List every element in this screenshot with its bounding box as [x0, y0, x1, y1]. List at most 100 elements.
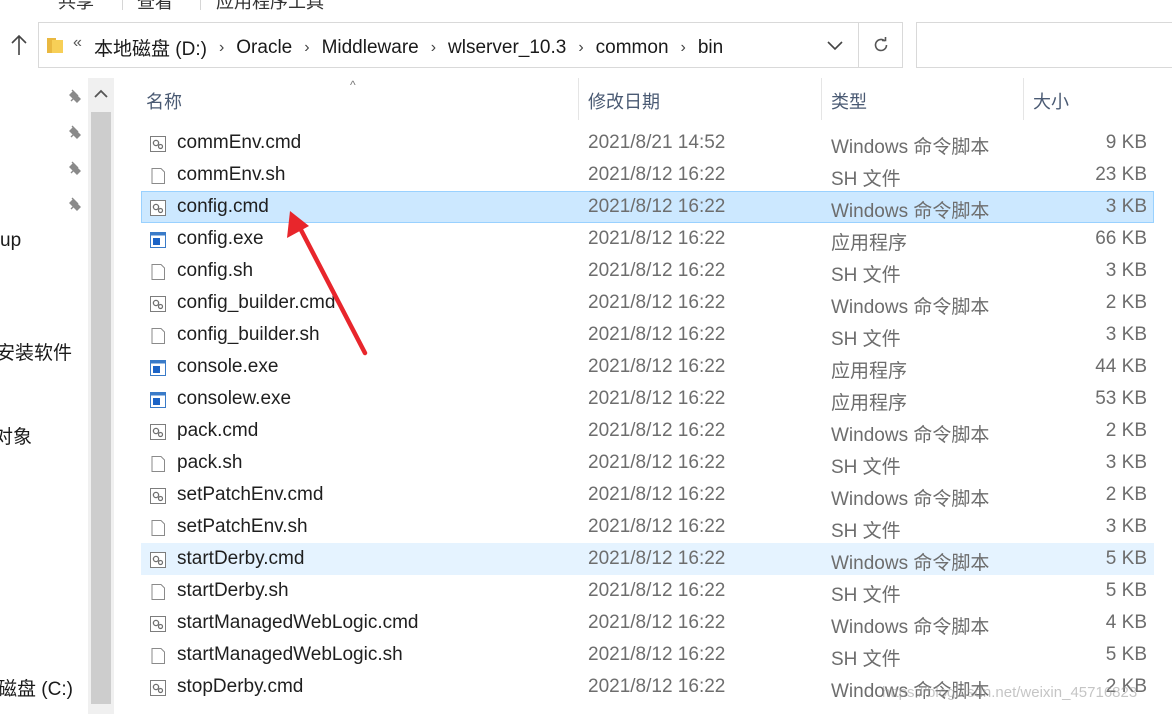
file-modified-date: 2021/8/12 16:22 [588, 644, 726, 665]
column-header-name[interactable]: 名称 [146, 88, 182, 114]
file-row[interactable]: config.cmd 2021/8/12 16:22 Windows 命令脚本 3 K… [141, 191, 1154, 223]
file-row[interactable]: startDerby.cmd 2021/8/12 16:22 Windows 命令脚… [141, 543, 1154, 575]
file-type: 应用程序 [831, 393, 908, 414]
chevron-right-icon[interactable]: › [681, 39, 686, 57]
chevron-right-icon[interactable]: › [219, 39, 224, 57]
file-name: config.sh [177, 260, 254, 281]
address-history-dropdown[interactable] [820, 32, 850, 60]
sh-file-icon [149, 647, 167, 665]
file-size: 44 KB [1095, 356, 1147, 377]
nav-item-label[interactable]: 对象 [0, 422, 32, 449]
refresh-icon [874, 37, 888, 52]
file-size: 5 KB [1105, 548, 1147, 569]
file-name: stopDerby.cmd [177, 676, 304, 697]
file-row[interactable]: startManagedWebLogic.sh 2021/8/12 16:22 SH… [141, 639, 1154, 671]
refresh-button[interactable] [858, 23, 903, 67]
file-name: startDerby.cmd [177, 548, 305, 569]
ribbon-tabs: 共享 查看 应用程序工具 [0, 0, 1172, 12]
exe-app-icon [149, 359, 167, 377]
overflow-crumbs[interactable]: « [73, 34, 82, 52]
file-size: 3 KB [1105, 196, 1147, 217]
sh-file-icon [149, 167, 167, 185]
file-row[interactable]: config_builder.cmd 2021/8/12 16:22 Windows… [141, 287, 1154, 319]
column-divider[interactable] [1023, 78, 1024, 120]
file-row[interactable]: setPatchEnv.sh 2021/8/12 16:22 SH 文件 3 KB [141, 511, 1154, 543]
column-divider[interactable] [821, 78, 822, 120]
scroll-up-button[interactable] [88, 78, 114, 110]
chevron-right-icon[interactable]: › [431, 39, 436, 57]
ribbon-tab-view[interactable]: 查看 [137, 0, 173, 12]
arrow-up-icon [11, 34, 27, 55]
ribbon-separator [200, 0, 201, 10]
file-size: 5 KB [1105, 580, 1147, 601]
breadcrumb-item[interactable]: Middleware [322, 37, 419, 59]
ribbon-tab-share[interactable]: 共享 [58, 0, 94, 12]
ribbon-tab-app-tools[interactable]: 应用程序工具 [216, 0, 324, 12]
cmd-script-icon [149, 615, 167, 633]
pin-icon[interactable] [66, 160, 84, 178]
nav-item-label[interactable]: up [0, 230, 21, 252]
file-name: config.exe [177, 228, 264, 249]
file-name: config_builder.cmd [177, 292, 336, 313]
column-divider[interactable] [578, 78, 579, 120]
file-modified-date: 2021/8/12 16:22 [588, 292, 726, 313]
cmd-script-icon [149, 551, 167, 569]
pin-icon[interactable] [66, 196, 84, 214]
breadcrumb-item[interactable]: wlserver_10.3 [448, 37, 566, 59]
chevron-right-icon[interactable]: › [304, 39, 309, 57]
address-row: « 本地磁盘 (D:) › Oracle › Middleware › wlse… [0, 22, 1172, 68]
file-size: 2 KB [1105, 420, 1147, 441]
file-type: SH 文件 [831, 265, 901, 286]
cmd-script-icon [149, 295, 167, 313]
file-type: SH 文件 [831, 521, 901, 542]
file-type: Windows 命令脚本 [831, 425, 990, 446]
sh-file-icon [149, 263, 167, 281]
file-name: setPatchEnv.sh [177, 516, 308, 537]
file-row[interactable]: config.sh 2021/8/12 16:22 SH 文件 3 KB [141, 255, 1154, 287]
file-row[interactable]: startDerby.sh 2021/8/12 16:22 SH 文件 5 KB [141, 575, 1154, 607]
pin-icon[interactable] [66, 88, 84, 106]
file-name: config.cmd [177, 196, 269, 217]
file-size: 3 KB [1105, 452, 1147, 473]
chevron-right-icon[interactable]: › [578, 39, 583, 57]
navigation-scrollbar[interactable] [88, 78, 114, 714]
file-name: startManagedWebLogic.cmd [177, 612, 419, 633]
file-row[interactable]: commEnv.sh 2021/8/12 16:22 SH 文件 23 KB [141, 159, 1154, 191]
file-type: Windows 命令脚本 [831, 617, 990, 638]
file-type: SH 文件 [831, 169, 901, 190]
file-row[interactable]: config.exe 2021/8/12 16:22 应用程序 66 KB [141, 223, 1154, 255]
pin-icon[interactable] [66, 124, 84, 142]
breadcrumb-item[interactable]: 本地磁盘 (D:) [94, 34, 207, 61]
search-input[interactable] [916, 22, 1172, 68]
breadcrumb-item[interactable]: Oracle [236, 37, 292, 59]
file-row[interactable]: config_builder.sh 2021/8/12 16:22 SH 文件 3 K… [141, 319, 1154, 351]
file-row[interactable]: pack.sh 2021/8/12 16:22 SH 文件 3 KB [141, 447, 1154, 479]
column-header-type[interactable]: 类型 [831, 88, 867, 114]
ribbon-separator [122, 0, 123, 10]
file-row[interactable]: setPatchEnv.cmd 2021/8/12 16:22 Windows 命令… [141, 479, 1154, 511]
file-type: SH 文件 [831, 585, 901, 606]
column-header: ^ 名称 修改日期 类型 大小 [118, 78, 1172, 120]
navigation-pane: up 安装软件 对象 磁盘 (C:) [0, 78, 88, 714]
scroll-thumb[interactable] [91, 112, 111, 704]
file-size: 9 KB [1105, 132, 1147, 153]
chevron-down-icon [827, 41, 843, 51]
address-bar[interactable]: « 本地磁盘 (D:) › Oracle › Middleware › wlse… [38, 22, 903, 68]
nav-item-label[interactable]: 安装软件 [0, 338, 72, 365]
file-type: Windows 命令脚本 [831, 137, 990, 158]
up-button[interactable] [4, 28, 34, 62]
nav-item-label[interactable]: 磁盘 (C:) [0, 674, 73, 701]
breadcrumb-item[interactable]: common [596, 37, 669, 59]
file-name: startDerby.sh [177, 580, 289, 601]
breadcrumb-item[interactable]: bin [698, 37, 723, 59]
file-row[interactable]: commEnv.cmd 2021/8/21 14:52 Windows 命令脚本 9 … [141, 127, 1154, 159]
watermark: https://blog.csdn.net/weixin_45716823 [882, 684, 1138, 701]
column-header-size[interactable]: 大小 [1033, 88, 1069, 114]
file-name: consolew.exe [177, 388, 292, 409]
column-header-date[interactable]: 修改日期 [588, 88, 660, 114]
file-name: commEnv.cmd [177, 132, 302, 153]
file-row[interactable]: console.exe 2021/8/12 16:22 应用程序 44 KB [141, 351, 1154, 383]
file-row[interactable]: startManagedWebLogic.cmd 2021/8/12 16:22 W… [141, 607, 1154, 639]
file-row[interactable]: consolew.exe 2021/8/12 16:22 应用程序 53 KB [141, 383, 1154, 415]
file-row[interactable]: pack.cmd 2021/8/12 16:22 Windows 命令脚本 2 KB [141, 415, 1154, 447]
